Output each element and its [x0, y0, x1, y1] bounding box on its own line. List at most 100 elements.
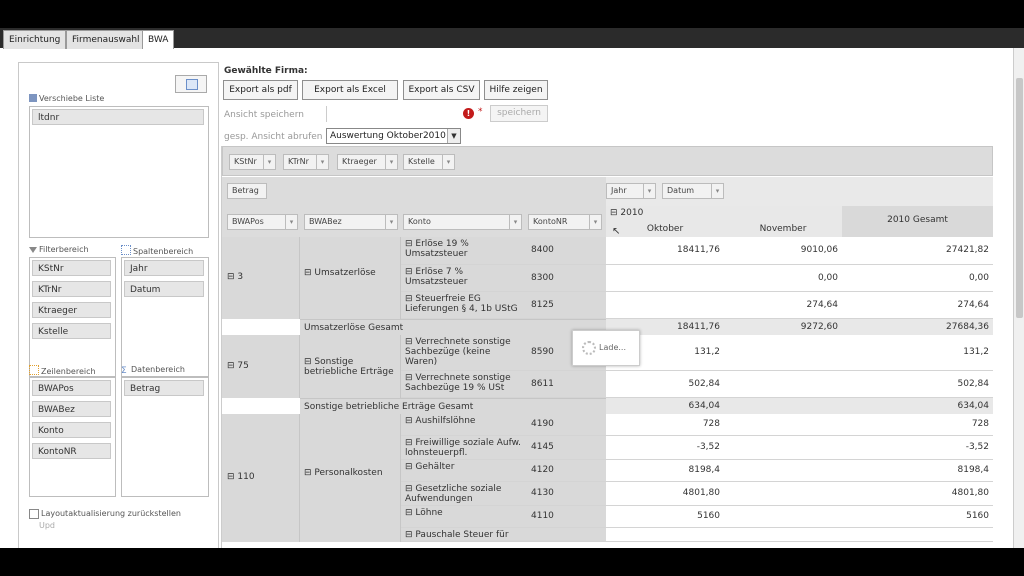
kontonr-cell	[526, 528, 606, 542]
bwapos-value: 110	[237, 472, 255, 482]
konto-cell[interactable]: ⊟ Aushilfslöhne	[401, 414, 526, 436]
dropdown-icon[interactable]: ▾	[263, 155, 275, 169]
bwapos-cell[interactable]: ⊟ 75	[222, 335, 300, 398]
sort-arrow-icon[interactable]: ▾	[285, 215, 297, 229]
save-view-label: Ansicht speichern	[224, 110, 304, 120]
filter-chip-ktraeger[interactable]: Ktraeger	[32, 302, 111, 318]
konto-value: Steuerfreie EG Lieferungen § 4, 1b UStG	[405, 294, 518, 314]
error-icon: !	[463, 108, 474, 119]
konto-value: Erlöse 7 % Umsatzsteuer	[405, 267, 468, 287]
value-cell-oktober	[606, 528, 724, 542]
dropdown-icon[interactable]: ▾	[316, 155, 328, 169]
konto-cell[interactable]: ⊟ Gesetzliche soziale Aufwendungen	[401, 482, 526, 506]
help-button[interactable]: Hilfe zeigen	[484, 80, 548, 100]
konto-cell[interactable]: ⊟ Löhne	[401, 506, 526, 528]
bwapos-cell[interactable]: ⊟ 110	[222, 414, 300, 542]
column-chip-datum[interactable]: Datum	[124, 281, 204, 297]
field-chip[interactable]: ltdnr	[32, 109, 204, 125]
defer-layout-checkbox[interactable]	[29, 509, 39, 519]
export-excel-button[interactable]: Export als Excel	[302, 80, 398, 100]
value-cell-total: 4801,80	[842, 482, 993, 506]
column-chip-jahr[interactable]: Jahr	[124, 260, 204, 276]
filter-area-header: Filterbereich	[29, 245, 89, 254]
row-area-title: Zeilenbereich	[41, 367, 96, 376]
column-field-jahr[interactable]: Jahr ▾	[606, 183, 656, 199]
data-area-header: Σ Datenbereich	[121, 365, 185, 376]
data-field-betrag[interactable]: Betrag	[227, 183, 267, 199]
konto-cell[interactable]: ⊟ Pauschale Steuer für	[401, 528, 526, 542]
scrollbar-thumb[interactable]	[1016, 78, 1023, 318]
filter-chip-kstelle[interactable]: Kstelle	[32, 323, 111, 339]
dropdown-icon[interactable]: ▾	[385, 155, 397, 169]
data-chip-betrag[interactable]: Betrag	[124, 380, 204, 396]
filter-header-ktrnr-label: KTrNr	[288, 157, 309, 166]
update-button[interactable]: Upd	[39, 521, 55, 530]
column-field-datum[interactable]: Datum ▾	[662, 183, 724, 199]
konto-cell[interactable]: ⊟ Erlöse 19 % Umsatzsteuer	[401, 237, 526, 265]
firm-label: Gewählte Firma:	[224, 66, 308, 76]
chevron-down-icon[interactable]: ▼	[447, 129, 460, 143]
month-header: November	[724, 221, 842, 237]
dropdown-icon[interactable]: ▾	[442, 155, 454, 169]
row-header-area: BWAPos ▾ BWABez ▾ Konto ▾ KontoNR ▾	[222, 206, 606, 237]
save-view-button[interactable]: speichern	[490, 105, 548, 122]
sort-arrow-icon[interactable]: ▾	[385, 215, 397, 229]
konto-cell[interactable]: ⊟ Freiwillige soziale Aufw. lohnsteuerpf…	[401, 436, 526, 460]
group-total-label: Sonstige betriebliche Erträge Gesamt	[300, 398, 606, 414]
konto-cell[interactable]: ⊟ Erlöse 7 % Umsatzsteuer	[401, 265, 526, 292]
row-field-bwabez[interactable]: BWABez ▾	[304, 214, 398, 230]
bwabez-cell[interactable]: ⊟ Sonstige betriebliche Erträge	[300, 335, 401, 398]
sort-arrow-icon[interactable]: ▾	[589, 215, 601, 229]
value-cell-total	[842, 528, 993, 542]
filter-header-kstelle[interactable]: Kstelle ▾	[403, 154, 455, 170]
year-header[interactable]: ⊟ 2010	[606, 206, 842, 221]
filter-chip-ktrnr[interactable]: KTrNr	[32, 281, 111, 297]
group-total-november	[724, 398, 842, 414]
required-marker: *	[478, 107, 483, 117]
sort-arrow-icon[interactable]: ▾	[643, 184, 655, 198]
save-view-input[interactable]	[326, 106, 457, 122]
month-header: Oktober	[606, 221, 724, 237]
data-area-title: Datenbereich	[131, 365, 185, 374]
row-field-bwapos[interactable]: BWAPos ▾	[227, 214, 298, 230]
tab-bwa[interactable]: BWA	[142, 30, 175, 49]
tab-einrichtung[interactable]: Einrichtung	[3, 30, 67, 49]
row-chip-konto[interactable]: Konto	[32, 422, 111, 438]
total-header: 2010 Gesamt	[842, 206, 993, 237]
filter-header-ktraeger[interactable]: Ktraeger ▾	[337, 154, 398, 170]
konto-cell[interactable]: ⊟ Gehälter	[401, 460, 526, 482]
load-view-label: gesp. Ansicht abrufen	[224, 132, 323, 142]
field-list-layout-button[interactable]	[175, 75, 207, 93]
group-total-november: 9272,60	[724, 319, 842, 335]
filter-header-ktraeger-label: Ktraeger	[342, 157, 377, 166]
filter-header-ktrnr[interactable]: KTrNr ▾	[283, 154, 329, 170]
value-cell-oktober: 5160	[606, 506, 724, 528]
export-pdf-button[interactable]: Export als pdf	[223, 80, 298, 100]
filter-chip-kstnr[interactable]: KStNr	[32, 260, 111, 276]
column-area-header: Spaltenbereich	[121, 245, 193, 256]
bwapos-cell[interactable]: ⊟ 3	[222, 237, 300, 319]
value-cell-oktober: 8198,4	[606, 460, 724, 482]
row-field-konto[interactable]: Konto ▾	[403, 214, 522, 230]
konto-cell[interactable]: ⊟ Verrechnete sonstige Sachbezüge 19 % U…	[401, 371, 526, 398]
group-total-oktober: 634,04	[606, 398, 724, 414]
row-field-kontonr[interactable]: KontoNR ▾	[528, 214, 602, 230]
app-window: Einrichtung Firmenauswahl BWA Verschiebe…	[0, 28, 1024, 548]
row-chip-bwabez[interactable]: BWABez	[32, 401, 111, 417]
filter-header-kstnr[interactable]: KStNr ▾	[229, 154, 276, 170]
sort-arrow-icon[interactable]: ▾	[509, 215, 521, 229]
tab-firmenauswahl[interactable]: Firmenauswahl	[66, 30, 146, 49]
vertical-scrollbar[interactable]	[1013, 48, 1024, 548]
row-chip-kontonr[interactable]: KontoNR	[32, 443, 111, 459]
export-csv-button[interactable]: Export als CSV	[403, 80, 480, 100]
bwabez-cell[interactable]: ⊟ Personalkosten	[300, 414, 401, 542]
row-chip-bwapos[interactable]: BWAPos	[32, 380, 111, 396]
list-icon	[29, 94, 37, 102]
spinner-icon	[582, 341, 596, 355]
load-view-select[interactable]: Auswertung Oktober2010 ▼	[326, 128, 461, 144]
columns-icon	[121, 245, 131, 255]
bwabez-cell[interactable]: ⊟ Umsatzerlöse	[300, 237, 401, 319]
konto-cell[interactable]: ⊟ Verrechnete sonstige Sachbezüge (keine…	[401, 335, 526, 371]
sort-arrow-icon[interactable]: ▾	[711, 184, 723, 198]
konto-cell[interactable]: ⊟ Steuerfreie EG Lieferungen § 4, 1b USt…	[401, 292, 526, 319]
